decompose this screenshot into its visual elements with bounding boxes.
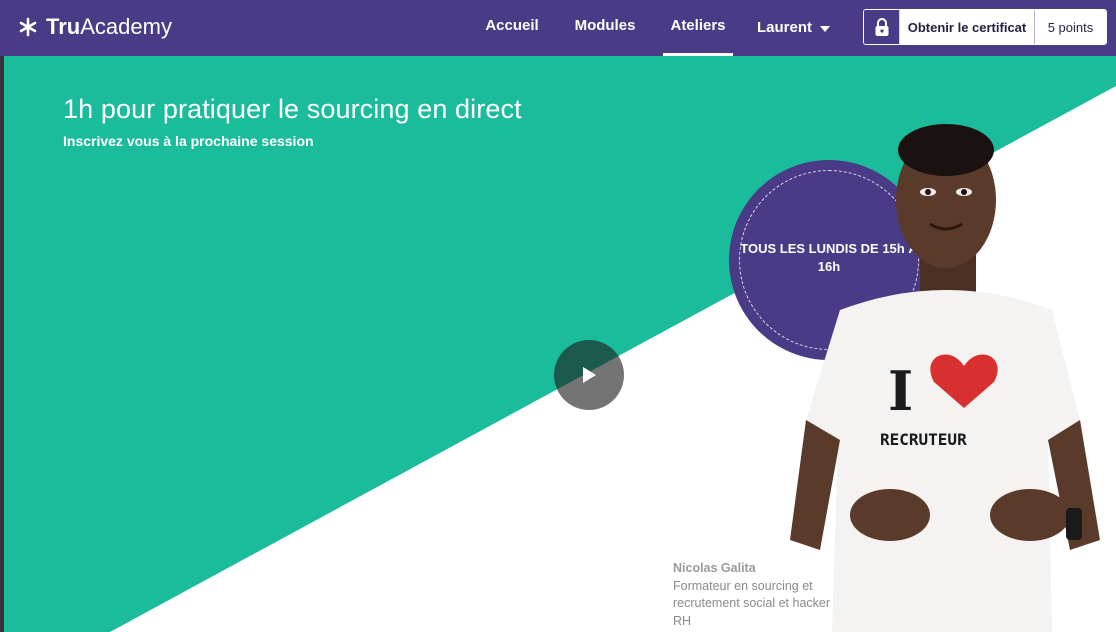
caret-down-icon bbox=[820, 26, 831, 32]
shirt-letter: I bbox=[888, 359, 913, 423]
play-icon bbox=[583, 367, 596, 383]
brand-name-regular: Academy bbox=[80, 14, 172, 39]
nav-item-ateliers[interactable]: Ateliers bbox=[663, 0, 733, 56]
certificate-group: Obtenir le certificat 5 points bbox=[863, 9, 1107, 45]
points-badge: 5 points bbox=[1034, 10, 1106, 44]
speaker-role: Formateur en sourcing et recrutement soc… bbox=[673, 578, 831, 628]
left-edge-bar bbox=[0, 56, 4, 632]
speaker-info: Nicolas Galita Formateur en sourcing et … bbox=[673, 560, 833, 630]
speaker-name: Nicolas Galita bbox=[673, 561, 756, 575]
brand-logo[interactable]: TruAcademy bbox=[18, 11, 172, 43]
hero-title: 1h pour pratiquer le sourcing en direct bbox=[63, 94, 522, 124]
nav-item-accueil[interactable]: Accueil bbox=[478, 0, 546, 56]
user-name: Laurent bbox=[757, 19, 813, 36]
nav-item-label: Modules bbox=[574, 17, 636, 34]
shirt-word: RECRUTEUR bbox=[880, 430, 967, 449]
user-menu[interactable]: Laurent bbox=[757, 0, 839, 56]
lock-icon bbox=[875, 18, 888, 36]
play-video-button[interactable] bbox=[554, 340, 624, 410]
brand-name-bold: Tru bbox=[46, 14, 81, 39]
presenter-image: I RECRUTEUR bbox=[790, 124, 1100, 632]
asterisk-logo-icon bbox=[19, 17, 37, 37]
nav-item-modules[interactable]: Modules bbox=[568, 0, 642, 56]
top-nav-bar: TruAcademy Accueil Modules Ateliers Laur… bbox=[0, 0, 1116, 56]
get-certificate-button[interactable]: Obtenir le certificat bbox=[900, 10, 1034, 44]
nav-item-label: Accueil bbox=[485, 17, 539, 34]
lock-button[interactable] bbox=[864, 10, 900, 44]
hero-subtitle: Inscrivez vous à la prochaine session bbox=[63, 133, 314, 149]
nav-item-label: Ateliers bbox=[670, 17, 726, 34]
